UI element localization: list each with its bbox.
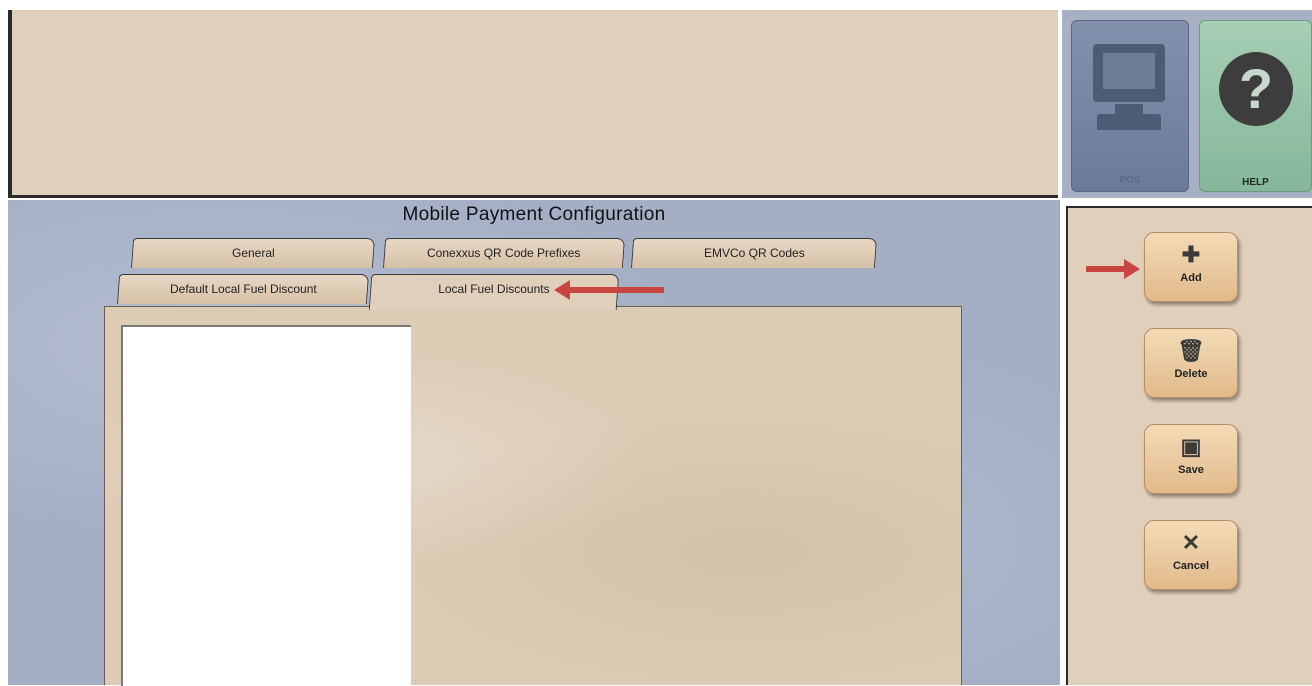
cancel-button[interactable]: ✕ Cancel <box>1144 520 1238 590</box>
monitor-base <box>1097 114 1161 130</box>
annotation-arrow-add <box>1086 259 1140 279</box>
save-label: Save <box>1178 464 1204 476</box>
cancel-label: Cancel <box>1172 560 1210 572</box>
add-label: Add <box>1180 272 1202 284</box>
question-mark-icon: ? <box>1219 52 1293 126</box>
tab-conexxus-label: Conexxus QR Code Prefixes <box>427 246 581 260</box>
tab-content-panel <box>104 306 962 686</box>
monitor-stand <box>1115 104 1143 114</box>
floppy-disk-icon: ▣ <box>1180 434 1202 459</box>
top-right-toolbar: POS ? HELP <box>1062 10 1312 198</box>
annotation-arrow-tab <box>554 280 664 300</box>
save-button[interactable]: ▣ Save <box>1144 424 1238 494</box>
x-icon: ✕ <box>1181 530 1201 555</box>
tab-local-fuel-discounts-label: Local Fuel Discounts <box>438 282 550 296</box>
plus-icon: ✚ <box>1181 242 1201 267</box>
action-sidebar: ✚ Add 🗑 Delete ▣ Save ✕ Cancel <box>1066 206 1312 685</box>
tab-default-local-fuel-discount[interactable]: Default Local Fuel Discount <box>116 274 370 304</box>
tab-general-label: General <box>231 246 275 260</box>
configuration-area: Mobile Payment Configuration General Con… <box>8 200 1060 686</box>
tab-emvco-label: EMVCo QR Codes <box>703 246 805 260</box>
message-panel <box>8 10 1058 198</box>
help-label: HELP <box>1242 177 1269 188</box>
tab-general[interactable]: General <box>130 238 376 268</box>
pos-label: POS <box>1119 175 1141 186</box>
delete-label: Delete <box>1174 368 1208 380</box>
page-title: Mobile Payment Configuration <box>402 204 666 225</box>
delete-button[interactable]: 🗑 Delete <box>1144 328 1238 398</box>
tab-default-local-fuel-discount-label: Default Local Fuel Discount <box>169 282 317 296</box>
discount-list[interactable] <box>121 325 411 686</box>
pos-button[interactable]: POS <box>1071 20 1189 192</box>
monitor-icon <box>1093 44 1165 102</box>
add-button[interactable]: ✚ Add <box>1144 232 1238 302</box>
help-button[interactable]: ? HELP <box>1199 20 1312 192</box>
tab-emvco-qr-codes[interactable]: EMVCo QR Codes <box>630 238 878 268</box>
trash-icon: 🗑 <box>1177 338 1205 363</box>
tab-conexxus-qr-code-prefixes[interactable]: Conexxus QR Code Prefixes <box>382 238 626 268</box>
